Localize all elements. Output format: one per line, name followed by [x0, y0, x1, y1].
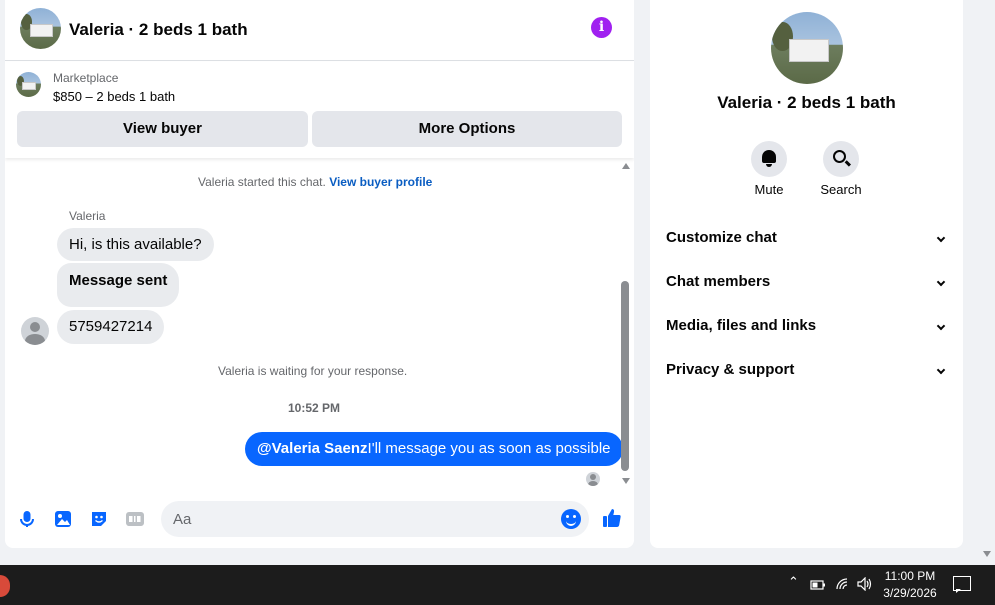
tray-chevron-up-icon[interactable]: ⌃	[788, 575, 799, 590]
more-options-button[interactable]: More Options	[312, 111, 622, 147]
scroll-thumb[interactable]	[621, 281, 629, 471]
bell-icon	[762, 150, 776, 167]
listing-thumbnail[interactable]	[16, 72, 41, 97]
notifications-icon[interactable]	[953, 576, 971, 593]
listing-avatar[interactable]	[20, 8, 61, 49]
search-button[interactable]: Search	[811, 141, 871, 197]
chevron-down-icon	[936, 321, 946, 331]
emoji-icon[interactable]	[561, 509, 581, 529]
photo-icon[interactable]	[53, 509, 73, 529]
sticker-icon[interactable]	[89, 509, 109, 529]
chat-header: Valeria · 2 beds 1 bath i	[5, 0, 634, 61]
seen-avatar	[586, 472, 600, 486]
chevron-down-icon	[936, 277, 946, 287]
outgoing-message-text: I'll message you as soon as possible	[367, 440, 611, 457]
clock-time: 11:00 PM	[884, 569, 936, 583]
mention[interactable]: @Valeria Saenz	[257, 440, 368, 457]
like-thumbs-up-icon[interactable]	[601, 507, 623, 529]
chevron-down-icon	[936, 233, 946, 243]
scroll-down-arrow-icon[interactable]	[622, 478, 630, 484]
clock-date: 3/29/2026	[883, 586, 937, 600]
sender-avatar[interactable]	[21, 317, 49, 345]
page-scroll-down-icon[interactable]	[983, 551, 991, 557]
taskbar: ⌃ 11:00 PM 3/29/2026	[0, 565, 995, 605]
message-bubble[interactable]: Message sent	[57, 263, 180, 307]
outgoing-message-bubble[interactable]: @Valeria SaenzI'll message you as soon a…	[245, 432, 623, 466]
message-input[interactable]	[161, 501, 589, 537]
section-label: Privacy & support	[666, 361, 795, 378]
chevron-down-icon	[936, 365, 946, 375]
composer	[5, 494, 634, 544]
chat-details-panel: Valeria · 2 beds 1 bath Mute Search Cust…	[650, 0, 963, 548]
listing-price[interactable]: $850 – 2 beds 1 bath	[53, 89, 175, 104]
customize-chat-section[interactable]: Customize chat	[666, 229, 948, 251]
chat-members-section[interactable]: Chat members	[666, 273, 948, 295]
taskbar-app-icon[interactable]	[0, 575, 10, 597]
mute-button[interactable]: Mute	[739, 141, 799, 197]
profile-avatar[interactable]	[771, 12, 843, 84]
message-list: Valeria started this chat. View buyer pr…	[5, 158, 634, 488]
scroll-up-arrow-icon[interactable]	[622, 163, 630, 169]
chat-start-text: Valeria started this chat.	[198, 175, 326, 189]
waiting-notice: Valeria is waiting for your response.	[218, 364, 408, 378]
message-timestamp: 10:52 PM	[288, 401, 341, 415]
section-label: Chat members	[666, 273, 771, 290]
chat-start-notice: Valeria started this chat. View buyer pr…	[198, 175, 432, 189]
listing-source: Marketplace	[53, 71, 119, 85]
message-bubble[interactable]: Hi, is this available?	[57, 228, 214, 261]
media-files-links-section[interactable]: Media, files and links	[666, 317, 948, 339]
listing-banner: Marketplace $850 – 2 beds 1 bath View bu…	[5, 62, 634, 158]
view-buyer-button[interactable]: View buyer	[17, 111, 308, 147]
view-buyer-profile-link[interactable]: View buyer profile	[329, 175, 432, 189]
chat-title[interactable]: Valeria · 2 beds 1 bath	[69, 20, 248, 40]
message-scrollbar[interactable]	[619, 160, 633, 486]
search-label: Search	[820, 182, 862, 197]
section-label: Media, files and links	[666, 317, 817, 334]
sender-name: Valeria	[69, 209, 106, 223]
microphone-icon[interactable]	[17, 509, 37, 529]
volume-icon[interactable]	[857, 577, 873, 591]
gif-icon[interactable]	[125, 509, 145, 529]
search-icon	[833, 150, 846, 163]
mute-label: Mute	[754, 182, 784, 197]
chat-panel: Valeria · 2 beds 1 bath i Marketplace $8…	[5, 0, 634, 548]
section-label: Customize chat	[666, 229, 777, 246]
wifi-icon[interactable]	[835, 577, 851, 591]
info-icon[interactable]: i	[591, 17, 612, 38]
battery-icon[interactable]	[810, 579, 826, 591]
message-bubble[interactable]: 5759427214	[57, 310, 165, 344]
system-clock[interactable]: 11:00 PM 3/29/2026	[876, 568, 944, 602]
privacy-support-section[interactable]: Privacy & support	[666, 361, 948, 383]
details-title: Valeria · 2 beds 1 bath	[717, 93, 896, 112]
